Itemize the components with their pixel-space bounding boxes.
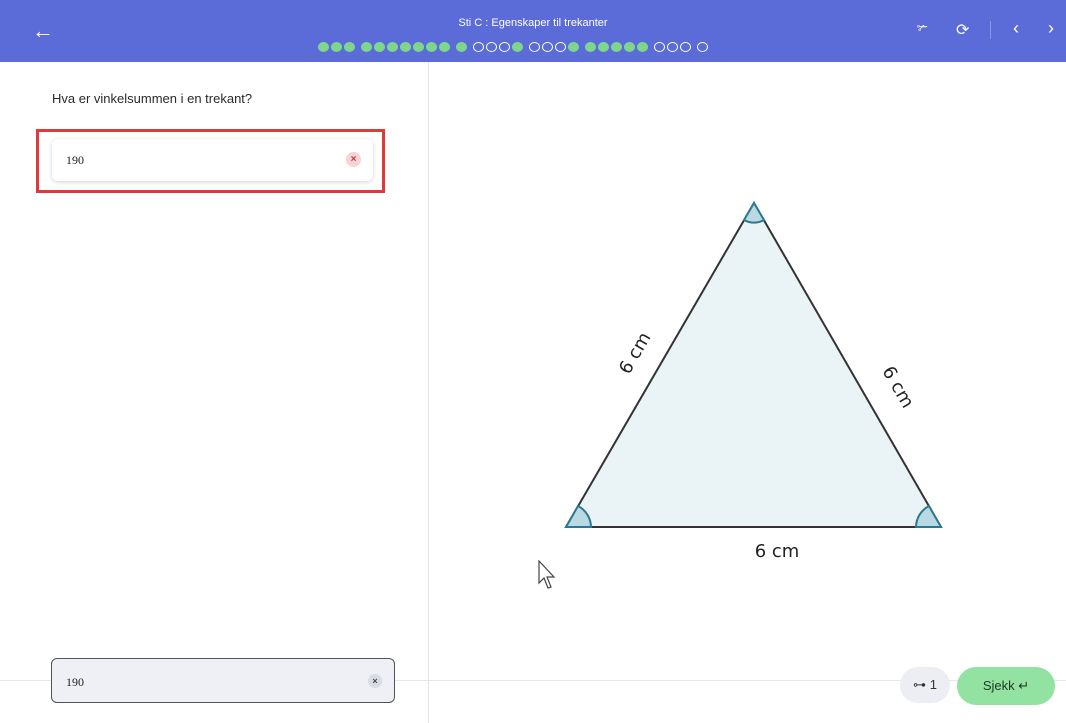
progress-dot xyxy=(555,42,566,52)
progress-dot xyxy=(473,42,484,52)
progress-dot xyxy=(512,42,523,52)
podium-icon[interactable]: ✃ xyxy=(917,20,928,36)
progress-dot xyxy=(361,42,372,52)
clear-icon[interactable]: × xyxy=(368,674,382,688)
progress-dot xyxy=(667,42,678,52)
mouse-cursor-icon xyxy=(538,560,556,589)
progress-dot xyxy=(318,42,329,52)
side-label-bottom: 6 cm xyxy=(755,541,800,562)
progress-dot xyxy=(426,42,437,52)
triangle-figure: 6 cm 6 cm 6 cm xyxy=(564,201,943,562)
answer-card[interactable]: 190 × xyxy=(52,139,373,181)
close-icon[interactable]: × xyxy=(346,152,361,167)
check-button[interactable]: Sjekk ↵ xyxy=(957,667,1055,705)
progress-dot xyxy=(542,42,553,52)
answer-input-value: 190 xyxy=(66,675,84,689)
progress-dot xyxy=(456,42,467,52)
key-icon: ⊶ xyxy=(913,677,927,692)
hint-button[interactable]: ⊶ 1 xyxy=(900,667,950,703)
progress-dot xyxy=(598,42,609,52)
progress-dot xyxy=(697,42,708,52)
progress-dot xyxy=(413,42,424,52)
progress-dot xyxy=(611,42,622,52)
answer-value: 190 xyxy=(66,153,84,167)
lesson-title: Sti C : Egenskaper til trekanter xyxy=(458,17,608,29)
progress-dot xyxy=(331,42,342,52)
hint-count: 1 xyxy=(929,677,937,692)
progress-dot xyxy=(499,42,510,52)
side-label-right: 6 cm xyxy=(878,363,918,412)
progress-dot xyxy=(654,42,665,52)
progress-dot xyxy=(529,42,540,52)
check-label: Sjekk xyxy=(982,678,1015,693)
divider xyxy=(990,21,991,39)
question-text: Hva er vinkelsummen i en trekant? xyxy=(52,91,253,106)
answer-input[interactable]: 190 × xyxy=(51,658,395,703)
top-bar: ← Sti C : Egenskaper til trekanter ✃ ⟳ ‹… xyxy=(0,0,1066,62)
angle-top xyxy=(742,201,766,224)
progress-dot xyxy=(486,42,497,52)
progress-dot xyxy=(568,42,579,52)
progress-dot xyxy=(637,42,648,52)
enter-icon: ↵ xyxy=(1018,678,1030,693)
progress-dot xyxy=(387,42,398,52)
progress-dot xyxy=(374,42,385,52)
refresh-icon[interactable]: ⟳ xyxy=(956,20,969,40)
progress-dot xyxy=(624,42,635,52)
progress-dot xyxy=(439,42,450,52)
side-label-left: 6 cm xyxy=(615,329,655,378)
chevron-right-icon[interactable]: › xyxy=(1048,18,1054,39)
progress-dot xyxy=(400,42,411,52)
progress-dot xyxy=(344,42,355,52)
chevron-left-icon[interactable]: ‹ xyxy=(1013,18,1019,39)
progress-dot xyxy=(680,42,691,52)
progress-dot xyxy=(585,42,596,52)
